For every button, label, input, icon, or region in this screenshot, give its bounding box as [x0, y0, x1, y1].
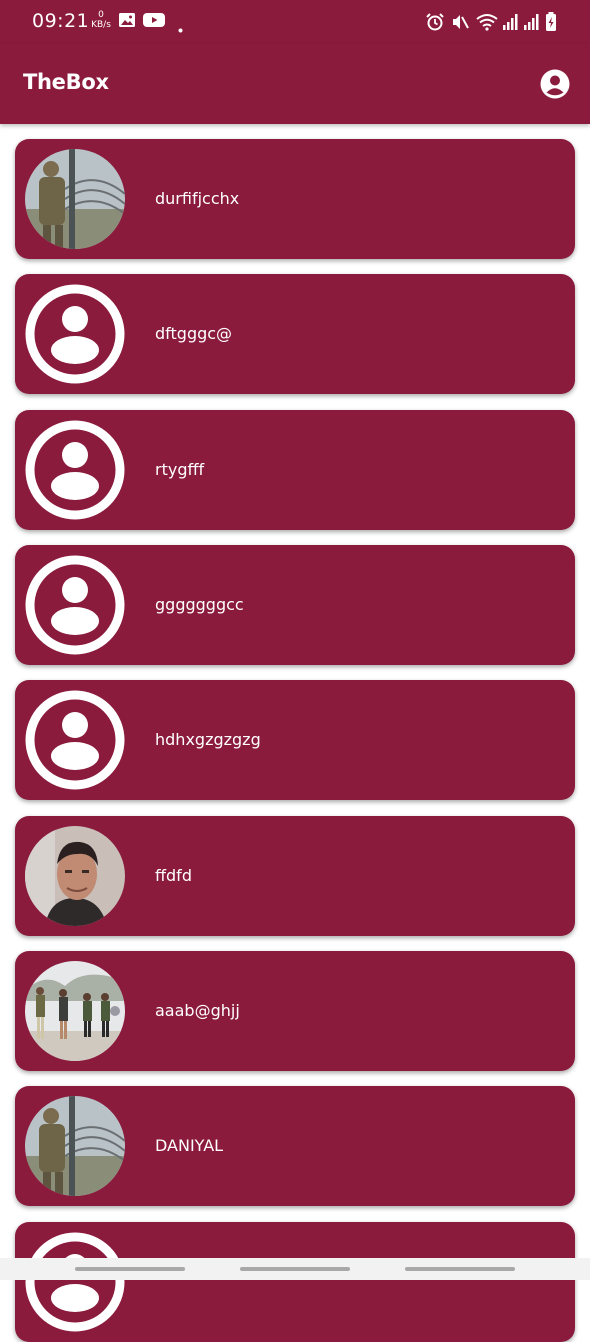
user-name: hdhxgzgzgzg [155, 730, 261, 749]
dot-icon [178, 18, 183, 37]
user-card[interactable]: ffdfd [15, 816, 575, 936]
default-person-icon [25, 1232, 125, 1332]
network-speed: 0 KB/s [90, 10, 112, 30]
signal-icon-2 [523, 12, 539, 36]
network-speed-unit: KB/s [91, 20, 111, 30]
nav-back-pill[interactable] [75, 1267, 185, 1271]
gallery-icon [118, 12, 136, 32]
user-card[interactable]: durfifjcchx [15, 139, 575, 259]
user-name: durfifjcchx [155, 189, 240, 208]
user-name: gggggggcc [155, 595, 244, 614]
status-time: 09:21 [32, 10, 90, 32]
battery-charging-icon [545, 12, 557, 36]
avatar [25, 961, 125, 1061]
user-card[interactable]: dftgggc@ [15, 274, 575, 394]
user-name: rtygfff [155, 460, 205, 479]
user-name: dftgggc@ [155, 324, 233, 343]
user-card[interactable]: DANIYAL [15, 1086, 575, 1206]
default-person-icon [25, 555, 125, 655]
user-card[interactable]: aaab@ghjj [15, 951, 575, 1071]
youtube-icon [143, 12, 165, 32]
status-bar: 09:21 0 KB/s [0, 0, 590, 44]
avatar [25, 149, 125, 249]
default-person-icon [25, 690, 125, 790]
user-name: ffdfd [155, 866, 192, 885]
avatar [25, 1096, 125, 1196]
app-title: TheBox [23, 70, 109, 94]
default-person-icon [25, 284, 125, 384]
nav-recents-pill[interactable] [405, 1267, 515, 1271]
user-card[interactable] [15, 1222, 575, 1342]
user-name: DANIYAL [155, 1136, 224, 1155]
system-nav-bar [0, 1258, 590, 1280]
wifi-icon [475, 12, 499, 36]
avatar [25, 826, 125, 926]
alarm-icon [425, 12, 445, 36]
network-speed-value: 0 [98, 10, 104, 20]
mute-icon [450, 12, 470, 36]
user-card[interactable]: gggggggcc [15, 545, 575, 665]
user-card[interactable]: hdhxgzgzgzg [15, 680, 575, 800]
account-circle-icon[interactable] [540, 69, 570, 99]
user-card[interactable]: rtygfff [15, 410, 575, 530]
default-person-icon [25, 420, 125, 520]
nav-home-pill[interactable] [240, 1267, 350, 1271]
app-bar: TheBox [0, 44, 590, 124]
user-name: aaab@ghjj [155, 1001, 240, 1020]
signal-icon [502, 12, 518, 36]
